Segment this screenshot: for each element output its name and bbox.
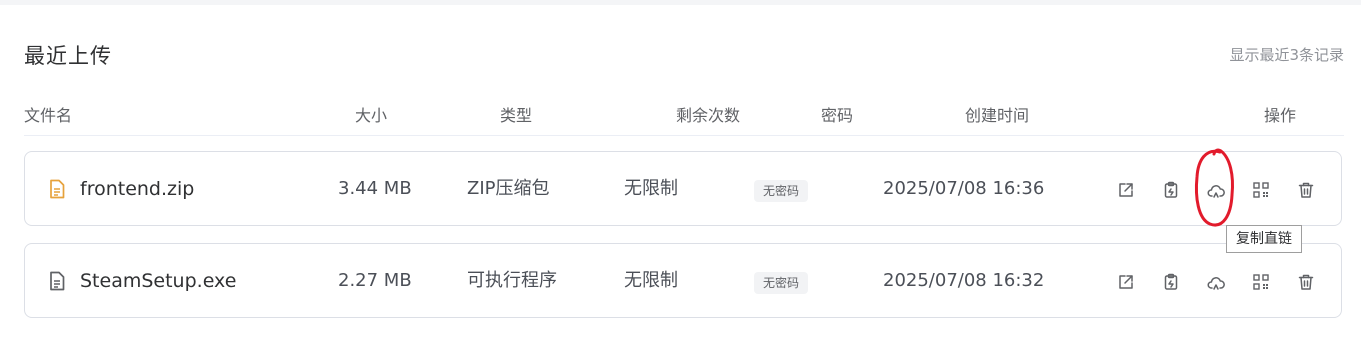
column-header-created: 创建时间 xyxy=(965,106,1030,125)
column-header-password: 密码 xyxy=(821,106,854,125)
column-header-name: 文件名 xyxy=(24,106,73,125)
file-type: 可执行程序 xyxy=(467,270,557,291)
table-row xyxy=(24,151,1342,226)
password-badge: 无密码 xyxy=(754,180,809,202)
copy-icon[interactable] xyxy=(1160,179,1182,201)
open-link-icon[interactable] xyxy=(1115,179,1137,201)
column-header-size: 大小 xyxy=(355,106,388,125)
column-header-remaining: 剩余次数 xyxy=(676,106,741,125)
zip-file-icon xyxy=(50,179,65,199)
file-icon xyxy=(50,271,65,291)
file-size: 2.27 MB xyxy=(338,270,412,291)
file-type: ZIP压缩包 xyxy=(467,178,550,199)
created-time: 2025/07/08 16:32 xyxy=(883,270,1045,291)
qrcode-icon[interactable] xyxy=(1250,179,1272,201)
file-size: 3.44 MB xyxy=(338,178,412,199)
password-badge: 无密码 xyxy=(754,272,809,294)
column-header-actions: 操作 xyxy=(1264,106,1297,125)
copy-icon[interactable] xyxy=(1160,271,1182,293)
remaining-count: 无限制 xyxy=(624,178,678,199)
cloud-link-icon[interactable] xyxy=(1205,272,1227,294)
column-header-type: 类型 xyxy=(500,106,533,125)
tooltip-copy-direct-link: 复制直链 xyxy=(1226,225,1302,253)
remaining-count: 无限制 xyxy=(624,270,678,291)
trash-icon[interactable] xyxy=(1295,271,1317,293)
created-time: 2025/07/08 16:36 xyxy=(883,178,1045,199)
top-strip xyxy=(0,0,1361,5)
record-limit-note: 显示最近3条记录 xyxy=(1229,46,1344,64)
section-title: 最近上传 xyxy=(24,44,112,68)
file-name[interactable]: frontend.zip xyxy=(80,177,194,201)
file-name[interactable]: SteamSetup.exe xyxy=(80,269,236,293)
annotation-circle xyxy=(1194,148,1234,227)
trash-icon[interactable] xyxy=(1295,179,1317,201)
qrcode-icon[interactable] xyxy=(1250,271,1272,293)
open-link-icon[interactable] xyxy=(1115,271,1137,293)
header-divider xyxy=(24,135,1344,136)
